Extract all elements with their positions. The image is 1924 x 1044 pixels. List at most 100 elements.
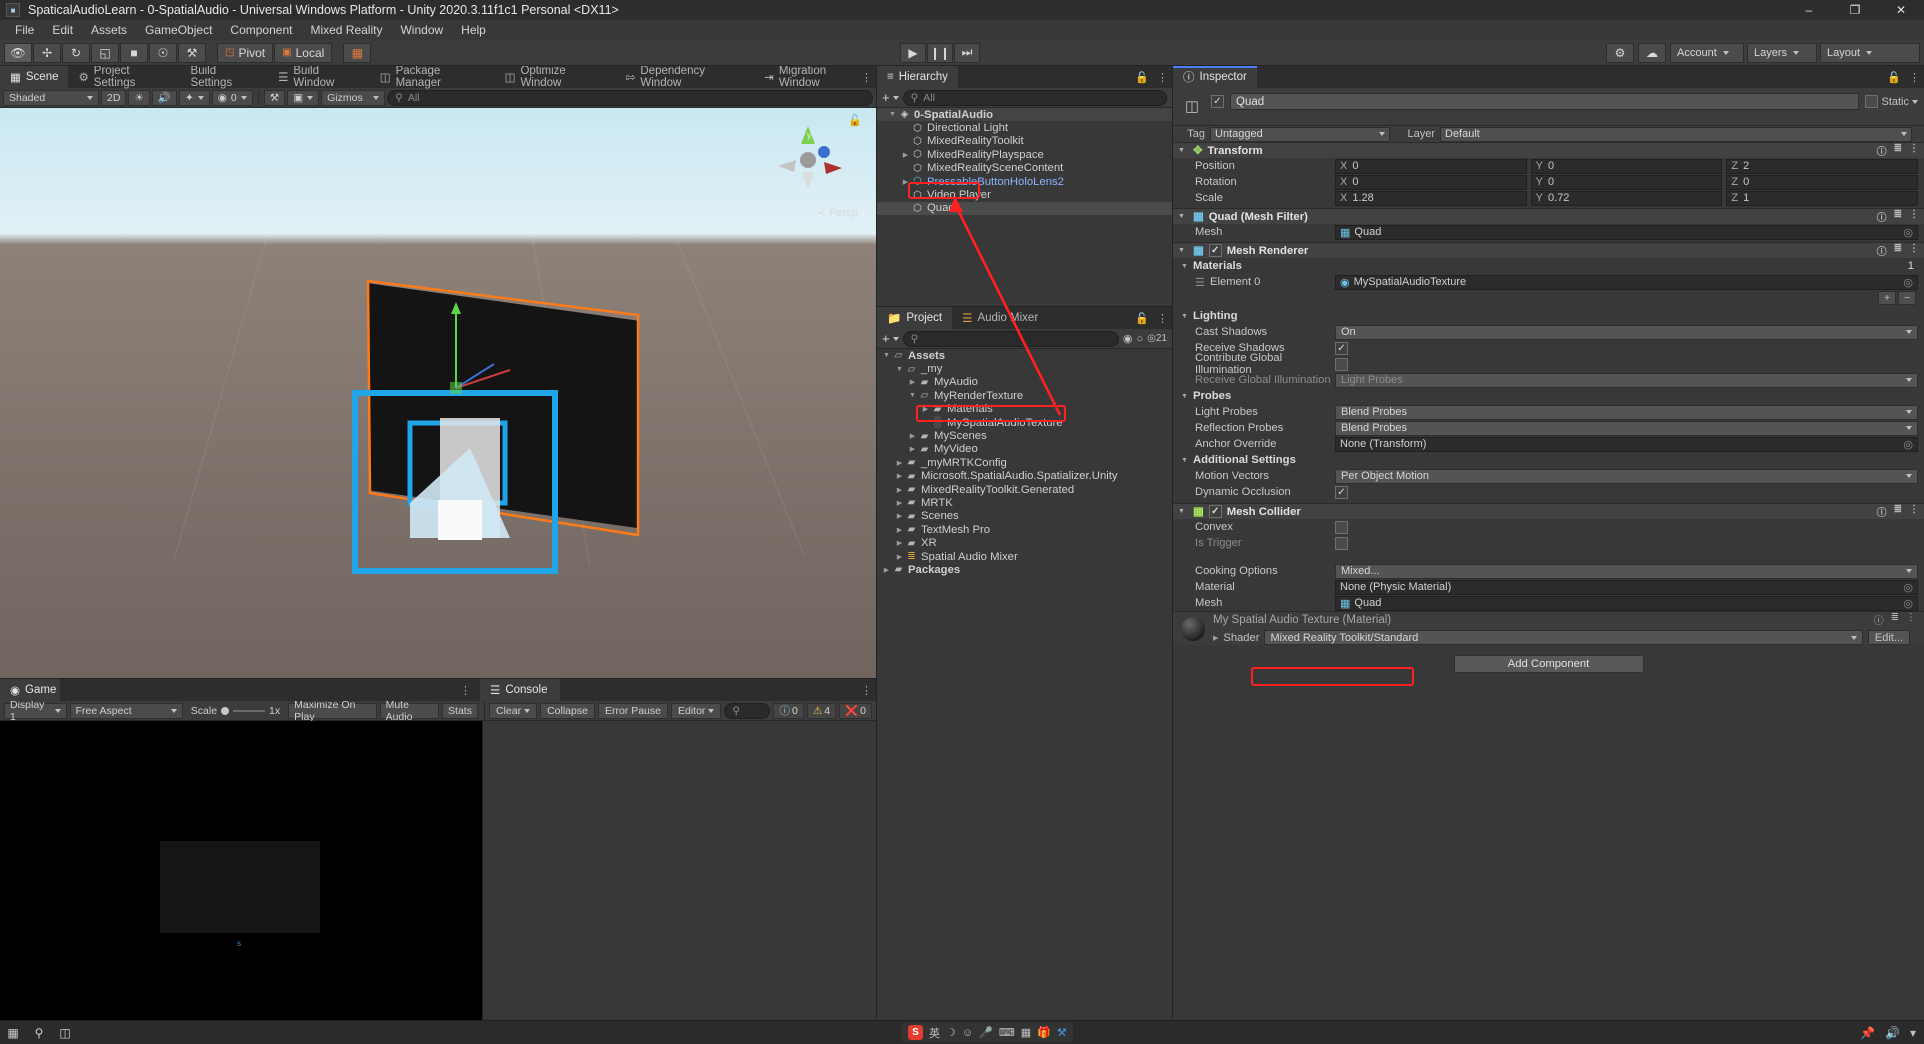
scene-perspective-label[interactable]: ≺ Persp xyxy=(817,206,858,219)
collapse-triangle-icon[interactable]: ▼ xyxy=(1178,147,1188,154)
network-icon[interactable]: ▾ xyxy=(1910,1026,1916,1040)
console-tab-menu[interactable]: ⋮ xyxy=(861,684,872,697)
console-warning-badge[interactable]: ⚠ 4 xyxy=(806,702,837,719)
mesh-renderer-enabled-checkbox[interactable]: ✓ xyxy=(1208,244,1222,257)
additional-settings-header[interactable]: ▼ Additional Settings xyxy=(1173,452,1924,468)
component-header-mesh-filter[interactable]: ▼ ▦ Quad (Mesh Filter) ⓘ ≣ ⋮ xyxy=(1173,208,1924,224)
materials-section-header[interactable]: ▼ Materials 1 xyxy=(1173,258,1924,274)
component-header-mesh-renderer[interactable]: ▼ ▦ ✓ Mesh Renderer ⓘ ≣ ⋮ xyxy=(1173,242,1924,258)
expand-triangle-icon-open[interactable]: ▼ xyxy=(894,366,905,373)
project-item[interactable]: ▶ ▰ Packages xyxy=(877,563,1172,576)
expand-triangle-icon[interactable]: ▶ xyxy=(920,405,931,413)
project-star-icon[interactable]: ○ xyxy=(1136,333,1143,345)
project-item[interactable]: ▶ ▰ MixedRealityToolkit.Generated xyxy=(877,483,1172,496)
project-item[interactable]: ▶ ▰ TextMesh Pro xyxy=(877,523,1172,536)
project-item[interactable]: ▶ ▰ Scenes xyxy=(877,510,1172,523)
console-error-pause-toggle[interactable]: Error Pause xyxy=(597,702,668,719)
project-item[interactable]: ▶ ▰ Microsoft.SpatialAudio.Spatializer.Uni… xyxy=(877,470,1172,483)
hierarchy-item[interactable]: ⬡ Directional Light xyxy=(877,121,1172,134)
help-icon[interactable]: ⓘ xyxy=(1874,612,1884,627)
scene-lock-icon[interactable]: 🔓 xyxy=(848,114,862,127)
local-toggle[interactable]: ▣ Local xyxy=(274,42,333,63)
mic-icon[interactable]: 🎤 xyxy=(979,1026,993,1039)
rotation-x-input[interactable]: X0 xyxy=(1335,174,1527,190)
component-menu-icon[interactable]: ⋮ xyxy=(1909,243,1919,258)
scene-orientation-gizmo[interactable]: y x z xyxy=(774,122,846,194)
hierarchy-item[interactable]: ⬡ MixedRealitySceneContent xyxy=(877,162,1172,175)
expand-triangle-icon[interactable]: ▶ xyxy=(907,445,918,453)
hierarchy-tree[interactable]: ▼ ◈ 0-SpatialAudio ⬡ Directional Light ⬡ Mixed… xyxy=(877,108,1172,306)
help-icon[interactable]: ⓘ xyxy=(1877,504,1887,519)
project-item[interactable]: ▼ ▱ Assets xyxy=(877,349,1172,362)
scene-audio-icon[interactable]: 🔊 xyxy=(151,89,177,106)
game-view[interactable]: s xyxy=(0,721,482,1020)
convex-checkbox[interactable] xyxy=(1335,520,1348,534)
tab-migration-window[interactable]: ⇥ Migration Window xyxy=(754,66,877,89)
receive-shadows-checkbox[interactable]: ✓ xyxy=(1335,341,1348,355)
maximize-on-play-toggle[interactable]: Maximize On Play xyxy=(288,699,377,723)
tab-scene[interactable]: ▦ Scene xyxy=(0,66,69,88)
tab-hierarchy[interactable]: ≡ Hierarchy xyxy=(877,66,958,88)
lock-icon[interactable]: 🔓 xyxy=(1135,312,1149,325)
rotation-y-input[interactable]: Y0 xyxy=(1530,174,1723,190)
tab-build-window[interactable]: ☰ Build Window xyxy=(268,66,370,89)
pause-button[interactable]: ❙❙ xyxy=(927,42,953,63)
hierarchy-add-button[interactable]: + xyxy=(882,90,899,105)
tag-dropdown[interactable]: Untagged xyxy=(1210,126,1390,142)
help-icon[interactable]: ⓘ xyxy=(1877,143,1887,158)
scale-z-input[interactable]: Z1 xyxy=(1726,190,1919,206)
scale-tool-icon[interactable]: ◱ xyxy=(91,42,119,63)
gizmos-dropdown[interactable]: Gizmos xyxy=(321,89,386,106)
aspect-dropdown[interactable]: Free Aspect xyxy=(69,702,183,719)
layer-dropdown[interactable]: Default xyxy=(1440,126,1912,142)
project-filter-icon[interactable]: ◉ xyxy=(1123,332,1133,345)
preset-icon[interactable]: ≣ xyxy=(1894,243,1902,258)
lighting-section-header[interactable]: ▼ Lighting xyxy=(1173,308,1924,324)
scene-tab-menu[interactable]: ⋮ xyxy=(861,71,872,84)
rotate-tool-icon[interactable]: ↻ xyxy=(62,42,90,63)
expand-triangle-icon-open[interactable]: ▼ xyxy=(881,352,892,359)
menu-item-window[interactable]: Window xyxy=(391,20,452,40)
expand-triangle-icon[interactable]: ▶ xyxy=(900,178,911,186)
expand-triangle-icon[interactable]: ▶ xyxy=(894,512,905,520)
help-icon[interactable]: ⓘ xyxy=(1877,209,1887,224)
static-checkbox[interactable] xyxy=(1865,95,1879,108)
hierarchy-item[interactable]: ▼ ◈ 0-SpatialAudio xyxy=(877,108,1172,122)
windows-start-icon[interactable]: ▦ xyxy=(0,1021,26,1044)
rotation-z-input[interactable]: Z0 xyxy=(1726,174,1919,190)
collider-material-field[interactable]: None (Physic Material) ◎ xyxy=(1335,579,1918,595)
moon-icon[interactable]: ☽ xyxy=(946,1026,956,1039)
expand-triangle-icon[interactable]: ▶ xyxy=(881,566,892,574)
project-item[interactable]: ▶ ▰ MyVideo xyxy=(877,443,1172,456)
preset-icon[interactable]: ≣ xyxy=(1894,209,1902,224)
preset-icon[interactable]: ≣ xyxy=(1894,143,1902,158)
expand-triangle-icon[interactable]: ▶ xyxy=(894,553,905,561)
expand-triangle-icon[interactable]: ▶ xyxy=(894,539,905,547)
probes-section-header[interactable]: ▼ Probes xyxy=(1173,388,1924,404)
ime-language-label[interactable]: 英 xyxy=(929,1025,940,1041)
ime-toolbar[interactable]: S 英 ☽ ☺ 🎤 ⌨ ▦ 🎁 ⚒ xyxy=(902,1022,1073,1043)
console-log-badge[interactable]: ⓘ 0 xyxy=(773,702,804,719)
preset-icon[interactable]: ≣ xyxy=(1891,612,1899,627)
pivot-toggle[interactable]: ◳ Pivot xyxy=(217,42,274,63)
collapse-triangle-icon[interactable]: ▼ xyxy=(1178,508,1188,515)
scene-lighting-icon[interactable]: ☀ xyxy=(128,89,150,106)
lock-icon[interactable]: 🔓 xyxy=(1887,71,1901,84)
menu-item-gameobject[interactable]: GameObject xyxy=(136,20,221,40)
reorder-handle-icon[interactable]: ☰ xyxy=(1195,276,1205,289)
project-item[interactable]: ▶ ≣ Spatial Audio Mixer xyxy=(877,550,1172,563)
object-name-input[interactable]: Quad xyxy=(1230,93,1860,110)
volume-icon[interactable]: 🔊 xyxy=(1885,1026,1900,1040)
expand-triangle-icon-open[interactable]: ▼ xyxy=(887,111,898,118)
project-add-button[interactable]: + xyxy=(882,331,899,346)
preset-icon[interactable]: ≣ xyxy=(1894,504,1902,519)
material-remove-button[interactable]: − xyxy=(1898,291,1916,305)
scene-tools-icon[interactable]: ⚒ xyxy=(263,89,286,106)
menu-item-edit[interactable]: Edit xyxy=(43,20,82,40)
tab-console[interactable]: ☰ Console xyxy=(480,679,560,701)
project-item[interactable]: ▼ ▱ MyRenderTexture xyxy=(877,389,1172,402)
project-menu-icon[interactable]: ⋮ xyxy=(1157,312,1168,325)
game-tab-menu[interactable]: ⋮ xyxy=(460,684,471,697)
expand-triangle-icon[interactable]: ▶ xyxy=(894,526,905,534)
manipulation-bounds-handle[interactable] xyxy=(350,388,565,578)
